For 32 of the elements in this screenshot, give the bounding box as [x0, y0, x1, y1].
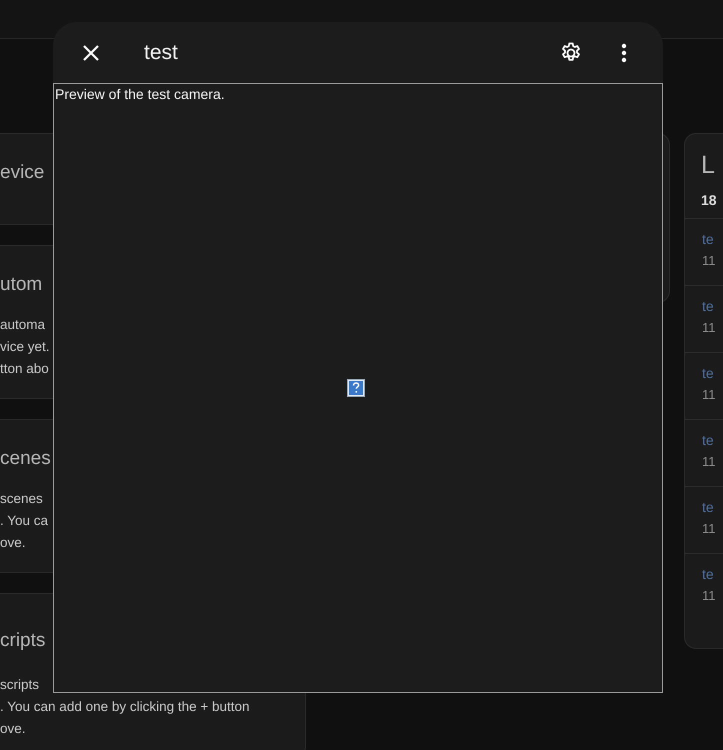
close-icon	[81, 42, 101, 62]
date-heading: 18	[701, 192, 717, 208]
card-text: . You ca	[0, 512, 48, 530]
card-text: ove.	[0, 534, 26, 552]
card-text: vice yet.	[0, 338, 50, 356]
card-title: L	[701, 150, 715, 180]
entry-time: 11	[702, 588, 716, 603]
entry-link[interactable]: te	[702, 231, 714, 247]
card-title: cripts	[0, 629, 46, 653]
entry-link[interactable]: te	[702, 365, 714, 381]
entry-time: 11	[702, 253, 716, 268]
card-text: tton abo	[0, 360, 49, 378]
entry-link[interactable]: te	[702, 499, 714, 515]
dialog-title: test	[144, 40, 179, 64]
broken-image-icon	[347, 379, 365, 397]
card-title: cenes	[0, 447, 51, 471]
entry-link[interactable]: te	[702, 298, 714, 314]
card-title: utom	[0, 273, 42, 297]
entry-link[interactable]: te	[702, 566, 714, 582]
more-icon	[621, 42, 627, 62]
card-title: evice	[0, 161, 44, 185]
card-text: ove.	[0, 720, 26, 738]
entry-link[interactable]: te	[702, 432, 714, 448]
entry-time: 11	[702, 320, 716, 335]
card-text: scripts	[0, 676, 40, 694]
entry-time: 11	[702, 454, 716, 469]
card-text: scenes	[0, 490, 43, 508]
preview-text: Preview of the test camera.	[55, 86, 225, 102]
card-text: automa	[0, 316, 46, 334]
entry-time: 11	[702, 387, 716, 402]
card-text: . You can add one by clicking the + button	[0, 698, 250, 716]
entry-time: 11	[702, 521, 716, 536]
